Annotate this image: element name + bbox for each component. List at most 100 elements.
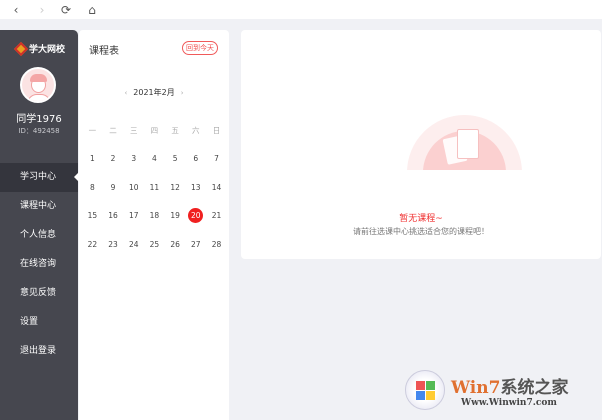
calendar-day[interactable]: 11: [144, 183, 165, 192]
week-row: 8 9 10 11 12 13 14: [82, 173, 227, 202]
sidebar-item[interactable]: 课程中心: [0, 192, 78, 221]
calendar-day[interactable]: 1: [82, 154, 103, 163]
empty-title: 暂无课程~: [399, 214, 443, 224]
calendar-day-label: 19: [170, 211, 180, 221]
logo-text: 学大网校: [29, 45, 66, 55]
weekday-label-label: 日: [212, 125, 221, 135]
user-id: ID：492458: [18, 127, 60, 135]
calendar-day[interactable]: 20: [185, 208, 206, 224]
calendar-day[interactable]: 15: [82, 211, 103, 220]
back-to-today-button[interactable]: 回到今天: [182, 41, 218, 55]
sidebar-item[interactable]: 设置: [0, 308, 78, 337]
weekday-label: 三: [123, 125, 144, 136]
sidebar-item[interactable]: 个人信息: [0, 221, 78, 250]
empty-subtitle: 请前往选课中心挑选适合您的课程吧！: [353, 227, 489, 236]
calendar-day-label: 12: [170, 182, 180, 192]
weekday-row: 一二 三 四 五 六 日: [82, 116, 227, 145]
week-row: 15 16 17 18 19 20 21: [82, 202, 227, 231]
sidebar: 学大网校 同学1976 ID：492458 学习中心 课程中心 个人信息 在线咨询 意见…: [0, 30, 79, 420]
sidebar-item[interactable]: 退出登录: [0, 337, 78, 366]
sidebar-item[interactable]: 学习中心: [0, 163, 79, 192]
week-row: 22 23 24 25 26 27 28: [82, 230, 227, 259]
watermark: Win7系统之家 Www.Winwin7.com: [405, 370, 568, 410]
calendar-day-label: 23: [108, 239, 118, 249]
back-icon[interactable]: ‹: [9, 3, 23, 17]
calendar-day[interactable]: 22: [82, 240, 103, 249]
calendar-grid: 一二三四五六日 1 2 3 4 5 6 7 8 9 10 11 12 13 14 15 16 17 18 19 20 21…: [82, 116, 227, 259]
home-icon[interactable]: ⌂: [85, 3, 99, 17]
calendar-day-label: 1: [89, 154, 95, 164]
weekday-label-label: 四: [150, 125, 159, 135]
logo-icon: [13, 41, 29, 56]
calendar-day-label: 11: [149, 182, 160, 192]
calendar-day-label: 9: [110, 182, 116, 192]
calendar-day-label: 14: [211, 182, 222, 192]
calendar-day[interactable]: 3: [123, 154, 144, 163]
calendar-day[interactable]: 18: [144, 211, 165, 220]
calendar-day[interactable]: 5: [165, 154, 186, 163]
weekday-label-label: 二: [109, 125, 117, 135]
calendar-day-label: 5: [172, 154, 178, 164]
calendar-day-label: 6: [193, 154, 199, 164]
logo: 学大网校: [13, 41, 66, 56]
user-name: 同学1976: [16, 114, 62, 125]
weekday-label: 二: [103, 125, 124, 136]
courses-card: 暂无课程~ 请前往选课中心挑选适合您的课程吧！: [241, 30, 601, 259]
next-month-icon[interactable]: ›: [181, 89, 184, 97]
calendar-day[interactable]: 26: [165, 240, 186, 249]
calendar-day[interactable]: 2: [103, 154, 124, 163]
calendar-day-label: 26: [170, 239, 180, 249]
calendar-day[interactable]: 7: [206, 154, 227, 163]
calendar-day-label: 8: [89, 182, 95, 192]
calendar-day[interactable]: 28: [206, 240, 227, 249]
calendar-day[interactable]: 13: [185, 183, 206, 192]
weekday-label-label: 三: [129, 125, 138, 135]
calendar-day-label: 2: [110, 154, 116, 164]
watermark-title-b: 系统之家: [500, 377, 569, 398]
sidebar-menu: 学习中心 课程中心 个人信息 在线咨询 意见反馈 设置 退出登录: [0, 163, 79, 366]
month-label: 2021年2月: [133, 88, 175, 97]
schedule-panel: 课程表 回到今天 ‹ 2021年2月 › 一二三四五六日 1 2 3 4 5 6 7 8 9 10 11 1…: [79, 30, 229, 420]
calendar-day-label: 7: [214, 154, 219, 164]
sidebar-item[interactable]: 在线咨询: [0, 250, 78, 279]
calendar-day[interactable]: 9: [103, 183, 124, 192]
weekday-label: 四: [144, 125, 165, 136]
calendar-day[interactable]: 25: [144, 240, 165, 249]
calendar-day[interactable]: 4: [144, 154, 165, 163]
forward-icon[interactable]: ›: [35, 3, 49, 17]
calendar-day-label: 4: [152, 154, 157, 164]
calendar-day-label: 27: [191, 239, 201, 249]
sidebar-item[interactable]: 意见反馈: [0, 279, 78, 308]
calendar-day[interactable]: 8: [82, 183, 103, 192]
week-row: 1 2 3 4 5 6 7: [82, 145, 227, 174]
calendar-day[interactable]: 24: [123, 240, 144, 249]
calendar-day[interactable]: 27: [185, 240, 206, 249]
prev-month-icon[interactable]: ‹: [124, 89, 127, 97]
calendar-day[interactable]: 23: [103, 240, 124, 249]
calendar-day[interactable]: 16: [103, 211, 124, 220]
refresh-icon[interactable]: ⟳: [59, 3, 73, 17]
calendar-day-label: 24: [128, 239, 139, 249]
weekday-label-label: 五: [171, 125, 179, 135]
calendar-day[interactable]: 17: [123, 211, 144, 220]
weekday-label-label: 六: [192, 125, 200, 135]
calendar-day-label: 17: [128, 211, 139, 221]
calendar-day-label: 25: [149, 239, 160, 249]
calendar-day-label: 22: [87, 239, 98, 249]
weekday-label: 六: [185, 125, 206, 136]
calendar-day[interactable]: 14: [206, 183, 227, 192]
calendar-day-label: 28: [211, 239, 222, 249]
weekday-label: 一: [82, 125, 103, 136]
calendar-day-label: 18: [149, 211, 160, 221]
calendar-day[interactable]: 21: [206, 211, 227, 220]
calendar-day[interactable]: 12: [165, 183, 186, 192]
calendar-day-label: 10: [128, 182, 139, 192]
calendar-day[interactable]: 19: [165, 211, 186, 220]
windows-logo-icon: [405, 370, 445, 410]
weekday-label: 五: [165, 125, 186, 136]
calendar-day[interactable]: 10: [123, 183, 144, 192]
calendar-day-label: 13: [191, 182, 201, 192]
calendar-day[interactable]: 6: [185, 154, 206, 163]
calendar-day-label: 3: [131, 154, 137, 164]
avatar[interactable]: [20, 67, 56, 103]
